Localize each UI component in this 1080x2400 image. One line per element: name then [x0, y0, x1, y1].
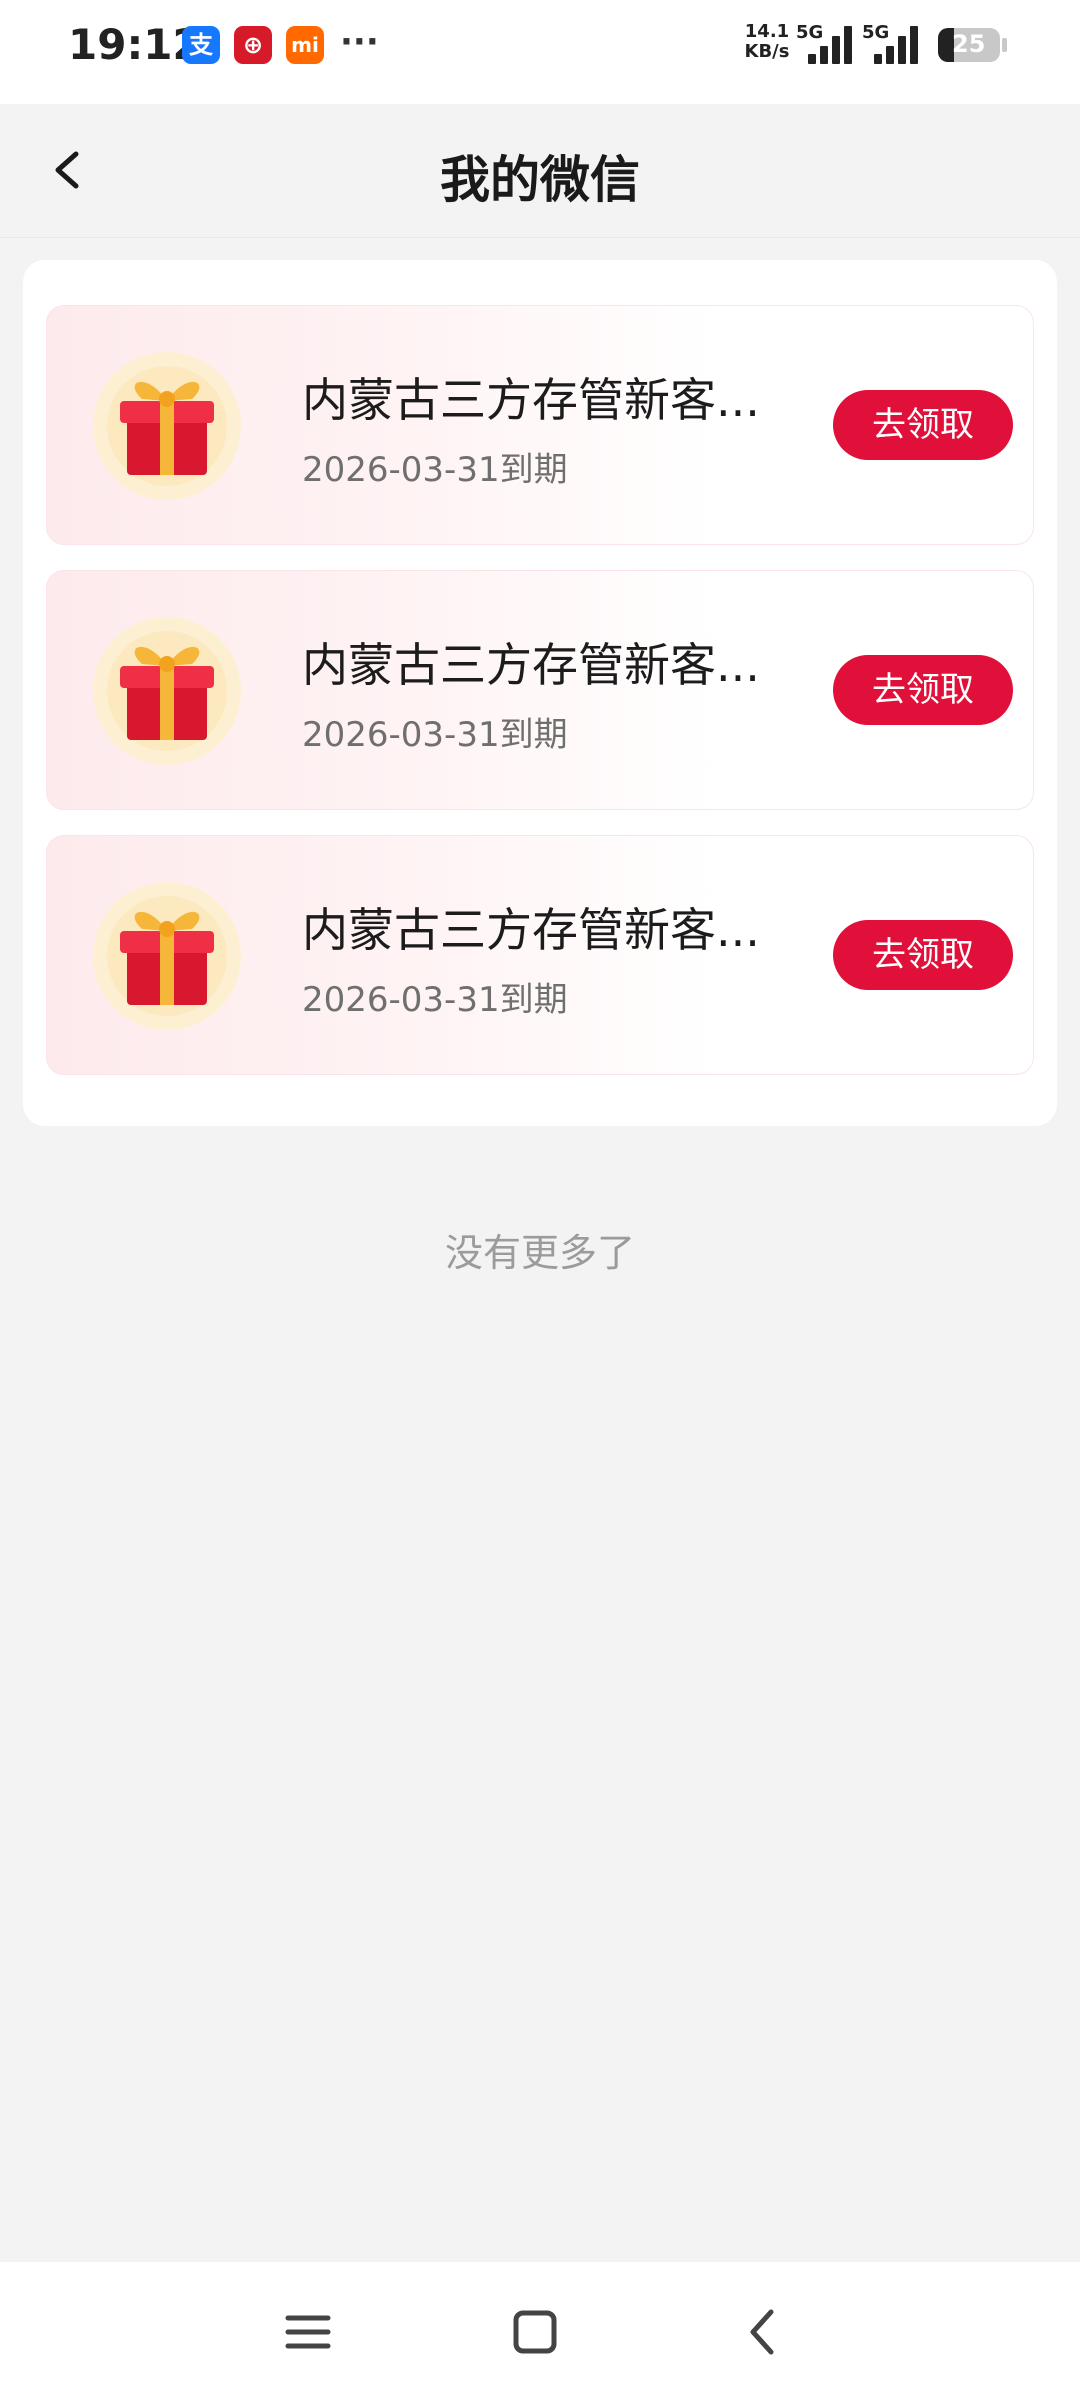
status-bar: 19:12 支 ⊕ mi ··· 14.1 KB/s 5G 5G 25 [0, 0, 1080, 104]
battery-level: 25 [952, 30, 986, 58]
coupon-item: 内蒙古三方存管新客... 2026-03-31到期 去领取 [46, 570, 1034, 810]
coupon-expiry: 2026-03-31到期 [302, 450, 568, 490]
gift-box-icon [93, 352, 241, 500]
home-button[interactable] [505, 2302, 565, 2362]
coupon-title: 内蒙古三方存管新客... [302, 903, 760, 957]
coupon-expiry: 2026-03-31到期 [302, 715, 568, 755]
network-speed: 14.1 KB/s [742, 22, 792, 62]
network-speed-unit: KB/s [744, 41, 790, 62]
menu-icon [285, 2315, 331, 2349]
home-square-icon [513, 2310, 557, 2354]
page-header: 我的微信 [0, 104, 1080, 238]
bank-app-icon: ⊕ [234, 26, 272, 64]
coupon-item: 内蒙古三方存管新客... 2026-03-31到期 去领取 [46, 305, 1034, 545]
sim2-signal-icon [872, 24, 922, 64]
claim-button[interactable]: 去领取 [833, 920, 1013, 990]
sim1-signal-icon [806, 24, 856, 64]
page-title: 我的微信 [440, 151, 640, 209]
battery-tip [1002, 38, 1007, 52]
mi-icon: mi [286, 26, 324, 64]
more-notifications-icon: ··· [340, 22, 379, 62]
alipay-icon: 支 [182, 26, 220, 64]
claim-button[interactable]: 去领取 [833, 390, 1013, 460]
network-speed-value: 14.1 [744, 21, 790, 42]
end-of-list-text: 没有更多了 [444, 1231, 635, 1275]
coupon-item: 内蒙古三方存管新客... 2026-03-31到期 去领取 [46, 835, 1034, 1075]
coupon-title: 内蒙古三方存管新客... [302, 373, 760, 427]
menu-button[interactable] [278, 2302, 338, 2362]
system-navigation-bar [0, 2262, 1080, 2400]
gift-box-icon [93, 882, 241, 1030]
battery-icon: 25 [938, 28, 1000, 62]
back-arrow-icon [750, 2309, 774, 2355]
coupon-title: 内蒙古三方存管新客... [302, 638, 760, 692]
coupon-list: 内蒙古三方存管新客... 2026-03-31到期 去领取 内蒙古三方存管新客.… [23, 260, 1057, 1126]
claim-button[interactable]: 去领取 [833, 655, 1013, 725]
coupon-expiry: 2026-03-31到期 [302, 980, 568, 1020]
system-back-button[interactable] [733, 2302, 793, 2362]
gift-box-icon [93, 617, 241, 765]
